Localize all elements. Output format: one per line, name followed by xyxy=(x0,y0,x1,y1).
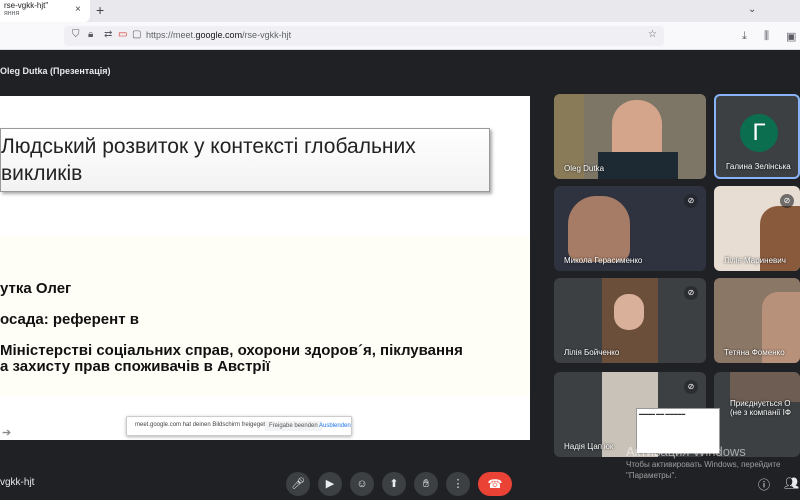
participant-name: Приєднується О (не з компанії ІФ xyxy=(730,399,791,417)
avatar: Г xyxy=(740,114,778,152)
participant-tile[interactable]: Oleg Dutka xyxy=(554,94,706,179)
participant-name: Oleg Dutka xyxy=(564,164,605,173)
browser-tab[interactable]: rse-vgkk-hjt" яння × xyxy=(0,0,90,22)
mic-off-icon: ⊘ xyxy=(684,286,698,300)
camera-permission-icon[interactable]: ▭ xyxy=(118,29,127,40)
emoji-icon: ☺ xyxy=(356,478,368,490)
microphone-button[interactable]: 🎤︎ xyxy=(286,472,310,496)
new-tab-button[interactable]: + xyxy=(96,2,104,18)
participant-name: Надія Цапʼюк xyxy=(564,442,614,451)
activation-title: Активация Windows xyxy=(626,444,746,459)
participant-name: Тетяна Фоменко xyxy=(724,348,785,357)
mic-off-icon: ⊘ xyxy=(684,380,698,394)
account-icon[interactable]: ▣ xyxy=(786,30,796,43)
camera-button[interactable]: ▶ xyxy=(318,472,342,496)
hand-icon: ✋︎ xyxy=(422,478,430,490)
camera-icon: ▶ xyxy=(325,478,335,490)
screen-share-icon[interactable]: ▢ xyxy=(132,29,141,40)
url-text: https://meet.google.com/rse-vgkk-hjt xyxy=(146,30,292,40)
people-icon[interactable]: 👥︎ xyxy=(784,476,799,490)
lock-icon[interactable]: 🔒︎ xyxy=(88,29,93,40)
permissions-icon[interactable]: ⇄ xyxy=(104,29,112,40)
reactions-button[interactable]: ☺ xyxy=(350,472,374,496)
navigation-bar: ⛉ 🔒︎ ⇄ ▭ ▢ https://meet.google.com/rse-v… xyxy=(0,22,800,50)
meeting-controls-bar: vgkk-hjt 🎤︎ ▶ ☺ ⬆ ✋︎ ⋮ ☎ ⓘ 👥︎ xyxy=(0,466,800,500)
browser-tab-bar: rse-vgkk-hjt" яння × + ⌄ xyxy=(0,0,800,22)
participant-tile[interactable]: Тетяна Фоменко xyxy=(714,278,800,363)
participant-tile[interactable]: ⊘ Лілія Бойченко xyxy=(554,278,706,363)
slide-line-ministry-cont: а захисту прав споживачів в Австрії xyxy=(0,358,270,375)
mic-off-icon: ⊘ xyxy=(780,194,794,208)
participant-clothing xyxy=(598,152,678,179)
screen-share-notification: meet.google.com hat deinen Bildschirm fr… xyxy=(126,416,352,436)
tab-title: rse-vgkk-hjt" xyxy=(4,1,49,10)
slide-title-box: Людський розвиток у контексті глобальних… xyxy=(0,128,490,192)
presenter-label: Oleg Dutka (Презентація) xyxy=(0,66,111,76)
present-icon: ⬆ xyxy=(389,478,399,490)
present-button[interactable]: ⬆ xyxy=(382,472,406,496)
share-notification-text: meet.google.com hat deinen Bildschirm fr… xyxy=(135,422,276,428)
slide-line-ministry: Міністерстві соціальних справ, охорони з… xyxy=(0,342,463,359)
tab-subtitle: яння xyxy=(4,10,20,17)
participant-tile-active[interactable]: Г Галина Зелінська xyxy=(714,94,800,179)
participant-name: Микола Герасименко xyxy=(564,256,643,265)
end-call-button[interactable]: ☎ xyxy=(478,472,512,496)
slide-nav-arrow-icon[interactable]: ➔ xyxy=(2,426,11,439)
slide-line-position: осада: референт в xyxy=(0,311,139,328)
participant-face xyxy=(568,196,630,262)
meeting-code: vgkk-hjt xyxy=(0,477,35,488)
tab-close-icon[interactable]: × xyxy=(75,4,81,15)
url-bar[interactable]: ⛉ 🔒︎ ⇄ ▭ ▢ https://meet.google.com/rse-v… xyxy=(64,26,664,46)
meet-header: Oleg Dutka (Презентація) xyxy=(0,62,800,82)
stop-sharing-button[interactable]: Freigabe beenden xyxy=(265,421,322,431)
phone-hangup-icon: ☎ xyxy=(487,477,503,491)
presentation-slide: Людський розвиток у контексті глобальних… xyxy=(0,96,530,440)
slide-line-name: утка Олег xyxy=(0,280,72,297)
slide-title: Людський розвиток у контексті глобальних… xyxy=(1,135,416,185)
more-options-button[interactable]: ⋮ xyxy=(446,472,470,496)
participant-name: Лілія Бойченко xyxy=(564,348,620,357)
star-icon[interactable]: ☆ xyxy=(648,29,657,40)
participant-name: Галина Зелінська xyxy=(726,162,791,171)
download-icon[interactable]: ⤓ xyxy=(742,30,747,43)
hide-button[interactable]: Ausblenden xyxy=(319,423,351,429)
more-vert-icon: ⋮ xyxy=(452,478,464,490)
participant-video xyxy=(730,372,800,402)
info-icon[interactable]: ⓘ xyxy=(758,476,770,493)
participant-face xyxy=(614,294,644,330)
participant-tile[interactable]: ⊘ Лілія Мариневич xyxy=(714,186,800,271)
mic-off-icon: ⊘ xyxy=(684,194,698,208)
preview-text: ▬▬▬▬ ▬▬ ▬▬▬▬▬ xyxy=(639,411,686,416)
mic-icon: 🎤︎ xyxy=(291,478,305,490)
library-icon[interactable]: ⫼ xyxy=(764,30,769,43)
participant-name: Лілія Мариневич xyxy=(724,256,786,265)
participant-tile[interactable]: ⊘ Микола Герасименко xyxy=(554,186,706,271)
shield-icon[interactable]: ⛉ xyxy=(72,29,80,40)
list-tabs-icon[interactable]: ⌄ xyxy=(748,4,756,15)
raise-hand-button[interactable]: ✋︎ xyxy=(414,472,438,496)
